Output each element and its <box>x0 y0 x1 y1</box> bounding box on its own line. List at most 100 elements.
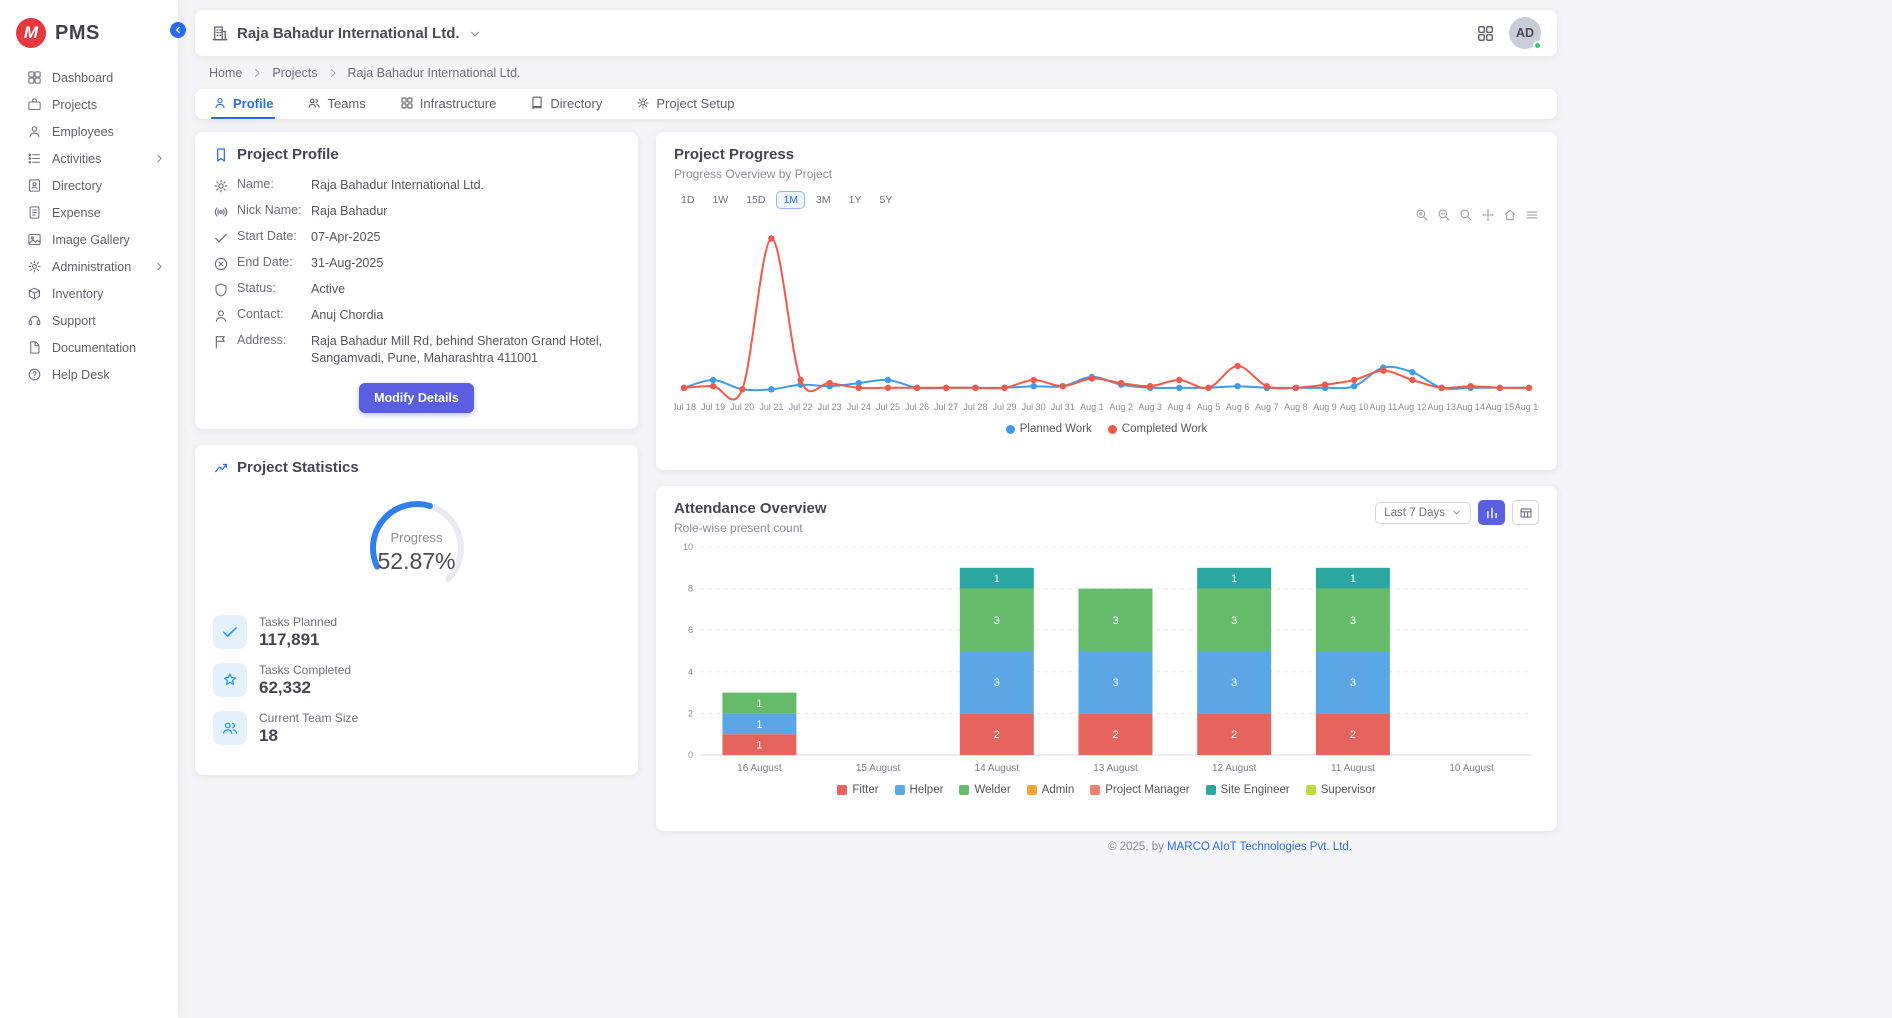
footer-company-link[interactable]: MARCO AIoT Technologies Pvt. Ltd. <box>1167 841 1352 853</box>
top-header: Raja Bahadur International Ltd. AD <box>195 10 1557 56</box>
breadcrumb-projects[interactable]: Projects <box>272 66 317 80</box>
tab-profile[interactable]: Profile <box>211 89 275 119</box>
card-title: Project Progress <box>674 146 1539 163</box>
profile-field-start-date: Start Date: 07-Apr-2025 <box>213 229 620 246</box>
legend-item[interactable]: Helper <box>895 784 944 796</box>
svg-text:Jul 25: Jul 25 <box>876 402 900 412</box>
svg-text:10: 10 <box>683 542 693 552</box>
svg-text:3: 3 <box>1112 615 1118 627</box>
svg-text:Jul 18: Jul 18 <box>674 402 696 412</box>
range-15d-button[interactable]: 15D <box>739 191 772 209</box>
company-selector[interactable]: Raja Bahadur International Ltd. <box>211 24 482 42</box>
menu-icon[interactable] <box>1525 208 1539 222</box>
sidebar-collapse-button[interactable] <box>170 22 186 38</box>
legend-item[interactable]: Supervisor <box>1306 784 1376 796</box>
sidebar-item-directory[interactable]: Directory <box>0 172 178 199</box>
flag-icon <box>213 334 229 350</box>
stat-current-team-size: Current Team Size 18 <box>213 711 620 746</box>
sidebar-item-image-gallery[interactable]: Image Gallery <box>0 226 178 253</box>
tab-teams[interactable]: Teams <box>305 89 367 119</box>
page-footer: © 2025, by MARCO AIoT Technologies Pvt. … <box>195 841 1557 853</box>
auto-scale-icon[interactable] <box>1459 208 1473 222</box>
sidebar-item-dashboard[interactable]: Dashboard <box>0 64 178 91</box>
svg-text:3: 3 <box>1231 615 1237 627</box>
svg-text:1: 1 <box>756 698 762 710</box>
sidebar-item-administration[interactable]: Administration <box>0 253 178 280</box>
sidebar-item-label: Directory <box>52 179 166 193</box>
chevron-right-icon <box>153 152 166 165</box>
project-progress-card: Project Progress Progress Overview by Pr… <box>656 132 1557 470</box>
home-icon[interactable] <box>1503 208 1517 222</box>
user-icon <box>27 124 42 139</box>
book-icon <box>530 96 544 110</box>
field-label: Nick Name: <box>237 203 303 217</box>
svg-text:Jul 23: Jul 23 <box>818 402 842 412</box>
stat-value: 117,891 <box>259 630 337 650</box>
project-statistics-card: Project Statistics Progress 52.87% Tasks… <box>195 445 638 775</box>
project-profile-card: Project Profile Name: Raja Bahadur Inter… <box>195 132 638 429</box>
sidebar-item-support[interactable]: Support <box>0 307 178 334</box>
tab-label: Teams <box>327 96 365 111</box>
chart-toolbar <box>1415 208 1539 222</box>
sidebar-item-activities[interactable]: Activities <box>0 145 178 172</box>
sidebar-item-inventory[interactable]: Inventory <box>0 280 178 307</box>
legend-item[interactable]: Site Engineer <box>1206 784 1290 796</box>
range-1d-button[interactable]: 1D <box>674 191 701 209</box>
field-label: Name: <box>237 177 303 191</box>
svg-text:Aug 10: Aug 10 <box>1340 402 1369 412</box>
svg-text:1: 1 <box>1350 573 1356 585</box>
range-1y-button[interactable]: 1Y <box>842 191 869 209</box>
sidebar-item-projects[interactable]: Projects <box>0 91 178 118</box>
range-1w-button[interactable]: 1W <box>705 191 735 209</box>
gauge-value: 52.87% <box>355 548 479 575</box>
sidebar-item-label: Image Gallery <box>52 233 166 247</box>
svg-text:Aug 15: Aug 15 <box>1486 402 1515 412</box>
broadcast-icon <box>213 204 229 220</box>
svg-text:15 August: 15 August <box>856 763 901 774</box>
svg-text:2: 2 <box>1350 729 1356 741</box>
app-logo[interactable]: M PMS <box>0 12 178 64</box>
legend-item[interactable]: Completed Work <box>1108 423 1207 435</box>
legend-item[interactable]: Planned Work <box>1006 423 1092 435</box>
bar-view-button[interactable] <box>1478 500 1505 525</box>
tab-label: Infrastructure <box>420 96 497 111</box>
legend-item[interactable]: Fitter <box>837 784 878 796</box>
range-5y-button[interactable]: 5Y <box>872 191 899 209</box>
card-subtitle: Progress Overview by Project <box>674 167 1539 181</box>
stat-label: Tasks Planned <box>259 615 337 629</box>
sidebar-item-employees[interactable]: Employees <box>0 118 178 145</box>
zoom-out-icon[interactable] <box>1437 208 1451 222</box>
progress-line-chart[interactable]: Jul 18Jul 19Jul 20Jul 21Jul 22Jul 23Jul … <box>674 213 1539 421</box>
gear-icon <box>213 178 229 194</box>
attendance-bar-chart[interactable]: 024681011116 August15 August233114 Augus… <box>674 539 1539 782</box>
table-view-button[interactable] <box>1512 500 1539 525</box>
tab-directory[interactable]: Directory <box>528 89 604 119</box>
legend-item[interactable]: Admin <box>1027 784 1075 796</box>
svg-text:Aug 6: Aug 6 <box>1226 402 1250 412</box>
zoom-in-icon[interactable] <box>1415 208 1429 222</box>
modify-details-button[interactable]: Modify Details <box>359 383 474 413</box>
sidebar-item-documentation[interactable]: Documentation <box>0 334 178 361</box>
sidebar-item-help-desk[interactable]: Help Desk <box>0 361 178 388</box>
range-selector: 1D 1W 15D 1M 3M 1Y 5Y <box>674 191 1539 209</box>
field-value: 07-Apr-2025 <box>311 229 620 246</box>
pan-icon[interactable] <box>1481 208 1495 222</box>
sidebar-item-label: Projects <box>52 98 166 112</box>
range-3m-button[interactable]: 3M <box>809 191 838 209</box>
tab-project-setup[interactable]: Project Setup <box>634 89 736 119</box>
users-icon <box>307 96 321 110</box>
sidebar-item-label: Activities <box>52 152 143 166</box>
stat-label: Current Team Size <box>259 711 358 725</box>
breadcrumb-home[interactable]: Home <box>209 66 242 80</box>
legend-item[interactable]: Project Manager <box>1090 784 1189 796</box>
chevron-down-icon <box>1451 507 1462 518</box>
legend-item[interactable]: Welder <box>959 784 1010 796</box>
range-1m-button[interactable]: 1M <box>776 191 805 209</box>
user-avatar[interactable]: AD <box>1509 17 1541 49</box>
sidebar-item-expense[interactable]: Expense <box>0 199 178 226</box>
svg-text:Jul 20: Jul 20 <box>730 402 754 412</box>
apps-grid-icon[interactable] <box>1476 24 1495 43</box>
date-range-select[interactable]: Last 7 Days <box>1375 502 1471 524</box>
tab-infrastructure[interactable]: Infrastructure <box>398 89 499 119</box>
sidebar-item-label: Dashboard <box>52 71 166 85</box>
